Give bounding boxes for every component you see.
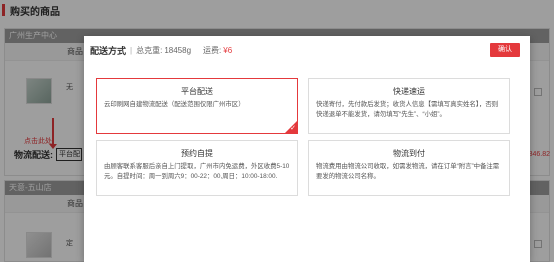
option-description: 云印刷网自建物流配送（配送范围仅限广州市区）	[104, 101, 245, 108]
option-express[interactable]: 快递速运 快递寄付，先付款后发货；收货人信息【需填写真实姓名】，否则快递退单不能…	[308, 78, 510, 134]
option-freight-collect[interactable]: 物流到付 物流费用由物流公司收取，如需发物流，请在订单“附言”中备注需要发的物流…	[308, 140, 510, 196]
weight-label: 总克重:	[136, 45, 163, 55]
option-platform-delivery[interactable]: 平台配送 云印刷网自建物流配送（配送范围仅限广州市区） ✓	[96, 78, 298, 134]
option-description: 由顾客联系客服后亲自上门提取，广州市内免运费，外区收费5-10元。自提时间：周一…	[104, 163, 290, 180]
weight-value: 18458g	[164, 45, 192, 55]
fee-label: 运费:	[203, 45, 222, 55]
option-self-pickup[interactable]: 预约自提 由顾客联系客服后亲自上门提取，广州市内免运费，外区收费5-10元。自提…	[96, 140, 298, 196]
option-title: 物流到付	[393, 149, 425, 158]
delivery-method-dialog: 配送方式 | 总克重: 18458g 运费: ¥6 确认 平台配送 云印刷网自建…	[84, 36, 530, 262]
check-icon: ✓	[290, 125, 296, 132]
dialog-header: 配送方式 | 总克重: 18458g 运费: ¥6	[84, 36, 530, 64]
dialog-title: 配送方式	[90, 45, 127, 56]
header-separator: |	[130, 45, 133, 55]
fee-value: ¥6	[223, 45, 233, 55]
option-title: 快递速运	[393, 87, 425, 96]
option-title: 平台配送	[181, 87, 213, 96]
confirm-button[interactable]: 确认	[490, 43, 520, 57]
option-title: 预约自提	[181, 149, 213, 158]
option-description: 物流费用由物流公司收取，如需发物流，请在订单“附言”中备注需要发的物流公司名称。	[316, 163, 500, 180]
option-description: 快递寄付，先付款后发货；收货人信息【需填写真实姓名】，否则快递退单不能发货，请勿…	[316, 101, 499, 118]
